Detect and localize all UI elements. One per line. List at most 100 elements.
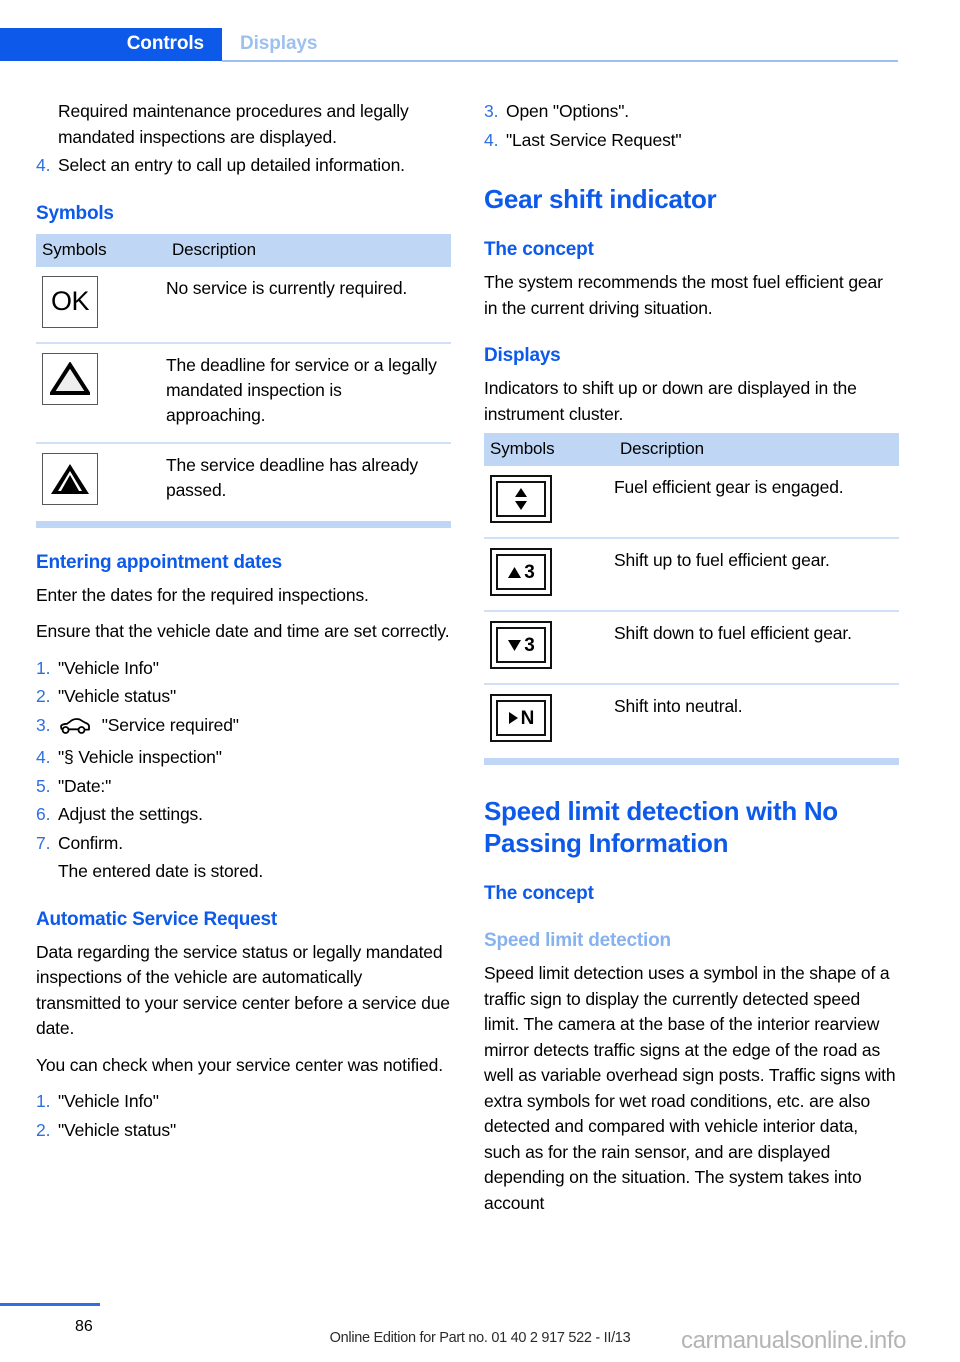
tab-controls[interactable]: Controls: [0, 28, 222, 61]
step-text: Open "Options".: [506, 101, 630, 121]
arrow-up-svg: [508, 566, 522, 578]
symbol-cell: 3: [484, 537, 614, 611]
table-row: 3 Shift up to fuel efficient gear.: [484, 537, 899, 611]
up-down-arrow-icon: [490, 475, 552, 523]
step-number: 2.: [36, 686, 51, 706]
continued-steps-right: 3. Open "Options". 4. "Last Service Requ…: [484, 99, 899, 153]
entering-paragraph-1: Enter the dates for the required inspect…: [36, 584, 369, 605]
arrow-up-gear-icon: 3: [490, 548, 552, 596]
speed-limit-body-text: Speed limit detection uses a symbol in t…: [484, 963, 896, 1213]
table-row: 3 Shift down to fuel efficient gear.: [484, 610, 899, 684]
table-row: The service deadline has already passed.: [36, 441, 451, 519]
arrow-down-gear-icon: 3: [490, 621, 552, 669]
list-item: 2. "Vehicle status": [36, 1118, 451, 1144]
tab-controls-label: Controls: [126, 33, 204, 54]
ok-box-label: OK: [50, 286, 90, 316]
symbol-cell: [36, 341, 166, 443]
symbol-cell: [36, 441, 166, 519]
gear-inner-frame: 3: [496, 627, 546, 663]
continued-step-text-row: . Required maintenance procedures and le…: [36, 99, 451, 150]
step-number: 7.: [36, 832, 51, 853]
step-number: 4.: [36, 747, 51, 767]
entering-appointment-dates-heading: Entering appointment dates: [36, 551, 283, 573]
arrow-right-svg: [508, 712, 518, 724]
step-text: "Vehicle status": [58, 1119, 177, 1140]
automatic-service-request-heading: Automatic Service Request: [36, 908, 278, 930]
step-number: 1.: [36, 657, 51, 678]
symbol-description: No service is currently required.: [166, 277, 408, 298]
symbol-cell: N: [484, 683, 614, 756]
entering-steps-list: 1. "Vehicle Info" 2. "Vehicle status" 3.…: [36, 656, 451, 885]
up-down-arrow-svg: [515, 488, 527, 510]
gear-displays-heading: Displays: [484, 345, 561, 366]
symbols-col-header: Symbols: [42, 239, 107, 259]
symbol-cell: [484, 466, 614, 538]
table-row: Fuel efficient gear is engaged.: [484, 466, 899, 538]
symbol-description: Shift down to fuel efficient gear.: [614, 610, 899, 684]
list-item: 2. "Vehicle status": [36, 684, 451, 710]
description-col-header: Description: [620, 439, 704, 458]
gear-symbols-table: Symbols Description Fuel efficient gear …: [484, 433, 899, 756]
symbols-col-header: Symbols: [490, 439, 555, 458]
list-item: 1. "Vehicle Info": [36, 1089, 451, 1115]
symbol-description: Shift up to fuel efficient gear.: [614, 537, 899, 611]
automatic-steps-list: 1. "Vehicle Info" 2. "Vehicle status": [36, 1089, 451, 1143]
gear-number: 3: [524, 634, 535, 656]
table-row: OK No service is currently required.: [36, 267, 451, 343]
table-row: The deadline for service or a legally ma…: [36, 341, 451, 443]
step-text: Confirm.: [58, 832, 123, 853]
continued-step-text: Required maintenance procedures and lega…: [58, 101, 409, 147]
gear-number: 3: [524, 561, 535, 583]
gear-letter: N: [520, 707, 535, 729]
gear-inner-frame: N: [496, 700, 546, 736]
automatic-paragraph-1: Data regarding the service status or leg…: [36, 941, 450, 1039]
symbols-heading: Symbols: [36, 202, 114, 224]
list-item: 7. Confirm.: [36, 831, 451, 857]
step-text: Adjust the settings.: [58, 804, 203, 824]
symbols-table: Symbols Description OK No service is cur…: [36, 233, 451, 519]
gear-table-header-row: Symbols Description: [484, 433, 899, 466]
list-item: 3. "Service required": [36, 713, 451, 743]
list-item: 6. Adjust the settings.: [36, 802, 451, 828]
symbol-description: Fuel efficient gear is engaged.: [614, 477, 844, 497]
symbols-table-header-row: Symbols Description: [36, 233, 451, 267]
step-text-with-icon: "Service required": [58, 713, 451, 743]
step-number: 5.: [36, 775, 51, 796]
step-number: 6.: [36, 804, 51, 824]
step-number: 4.: [484, 129, 499, 150]
speed-limit-detection-subheading: Speed limit detection: [484, 930, 671, 951]
arrow-right-neutral-icon: N: [490, 694, 552, 742]
symbol-description: Shift into neutral.: [614, 683, 899, 756]
step-4-number: 4.: [36, 155, 51, 175]
right-column: 3. Open "Options". 4. "Last Service Requ…: [484, 95, 899, 1227]
step-text: "Date:": [58, 775, 112, 796]
step-4-row: 4. Select an entry to call up detailed i…: [36, 153, 451, 179]
gear-concept-heading: The concept: [484, 239, 594, 260]
left-column: . Required maintenance procedures and le…: [36, 95, 451, 1153]
step-4-text: Select an entry to call up detailed info…: [58, 155, 405, 175]
warning-triangle-outline-icon: [42, 352, 98, 405]
list-item: 1. "Vehicle Info": [36, 656, 451, 682]
page-header: Controls Displays: [0, 0, 960, 62]
step-text: The entered date is stored.: [58, 861, 264, 881]
symbol-cell: 3: [484, 610, 614, 684]
warning-triangle-filled-svg: [51, 463, 89, 494]
table-row: N Shift into neutral.: [484, 683, 899, 756]
watermark: carmanualsonline.info: [681, 1327, 907, 1354]
list-item-result: The entered date is stored.: [36, 859, 451, 885]
ok-box-icon: OK: [42, 275, 98, 328]
warning-triangle-filled-icon: [42, 452, 98, 505]
automatic-paragraph-2: You can check when your service center w…: [36, 1054, 443, 1075]
list-item: 4. "§ Vehicle inspection": [36, 745, 451, 771]
car-icon: [58, 717, 92, 743]
gear-displays-text: Indicators to shift up or down are displ…: [484, 378, 857, 424]
speed-concept-heading: The concept: [484, 883, 594, 904]
header-divider: [222, 60, 898, 62]
step-text: "Vehicle status": [58, 686, 177, 706]
step-text: "Vehicle Info": [58, 657, 159, 678]
entering-paragraph-2: Ensure that the vehicle date and time ar…: [36, 621, 450, 641]
tab-displays-label[interactable]: Displays: [240, 33, 317, 55]
symbol-cell: OK: [36, 267, 166, 343]
step-number: 3.: [36, 714, 51, 735]
step-number: 3.: [484, 101, 499, 121]
